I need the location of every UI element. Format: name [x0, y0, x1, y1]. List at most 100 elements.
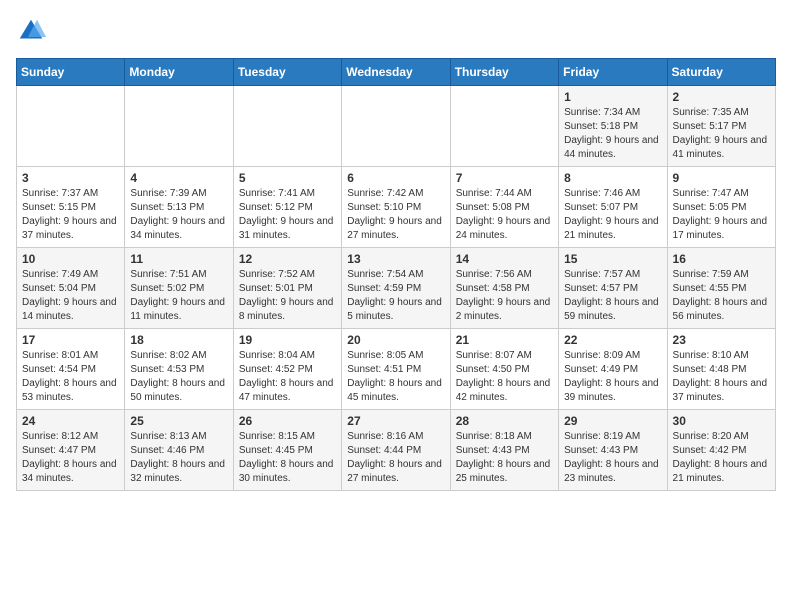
day-number: 30 — [673, 414, 770, 428]
day-number: 10 — [22, 252, 119, 266]
day-cell: 13 Sunrise: 7:54 AM Sunset: 4:59 PM Dayli… — [342, 248, 450, 329]
day-number: 14 — [456, 252, 553, 266]
day-number: 17 — [22, 333, 119, 347]
day-info: Sunrise: 7:34 AM Sunset: 5:18 PM Dayligh… — [564, 106, 661, 162]
day-cell: 9 Sunrise: 7:47 AM Sunset: 5:05 PM Daylig… — [667, 167, 775, 248]
day-cell: 26 Sunrise: 8:15 AM Sunset: 4:45 PM Dayli… — [233, 410, 341, 491]
day-cell — [17, 86, 125, 167]
day-info: Sunrise: 8:04 AM Sunset: 4:52 PM Dayligh… — [239, 349, 336, 405]
day-cell: 1 Sunrise: 7:34 AM Sunset: 5:18 PM Daylig… — [559, 86, 667, 167]
day-info: Sunrise: 7:42 AM Sunset: 5:10 PM Dayligh… — [347, 187, 444, 243]
day-number: 25 — [130, 414, 227, 428]
day-number: 18 — [130, 333, 227, 347]
header-friday: Friday — [559, 59, 667, 86]
day-cell: 27 Sunrise: 8:16 AM Sunset: 4:44 PM Dayli… — [342, 410, 450, 491]
day-info: Sunrise: 7:56 AM Sunset: 4:58 PM Dayligh… — [456, 268, 553, 324]
day-info: Sunrise: 8:12 AM Sunset: 4:47 PM Dayligh… — [22, 430, 119, 486]
day-cell: 8Sunrise: 7:46 AM Sunset: 5:07 PM Daylig… — [559, 167, 667, 248]
day-cell: 14 Sunrise: 7:56 AM Sunset: 4:58 PM Dayli… — [450, 248, 558, 329]
day-info: Sunrise: 7:44 AM Sunset: 5:08 PM Dayligh… — [456, 187, 553, 243]
day-info: Sunrise: 8:13 AM Sunset: 4:46 PM Dayligh… — [130, 430, 227, 486]
day-info: Sunrise: 7:51 AM Sunset: 5:02 PM Dayligh… — [130, 268, 227, 324]
day-info: Sunrise: 8:20 AM Sunset: 4:42 PM Dayligh… — [673, 430, 770, 486]
day-info: Sunrise: 8:05 AM Sunset: 4:51 PM Dayligh… — [347, 349, 444, 405]
day-cell: 17Sunrise: 8:01 AM Sunset: 4:54 PM Dayli… — [17, 329, 125, 410]
day-number: 11 — [130, 252, 227, 266]
day-info: Sunrise: 7:47 AM Sunset: 5:05 PM Dayligh… — [673, 187, 770, 243]
day-info: Sunrise: 8:09 AM Sunset: 4:49 PM Dayligh… — [564, 349, 661, 405]
day-number: 8 — [564, 171, 661, 185]
day-number: 2 — [673, 90, 770, 104]
day-number: 19 — [239, 333, 336, 347]
day-number: 1 — [564, 90, 661, 104]
week-row-4: 24 Sunrise: 8:12 AM Sunset: 4:47 PM Dayli… — [17, 410, 776, 491]
day-cell: 4 Sunrise: 7:39 AM Sunset: 5:13 PM Daylig… — [125, 167, 233, 248]
day-cell: 15 Sunrise: 7:57 AM Sunset: 4:57 PM Dayli… — [559, 248, 667, 329]
day-number: 21 — [456, 333, 553, 347]
day-cell: 20Sunrise: 8:05 AM Sunset: 4:51 PM Dayli… — [342, 329, 450, 410]
day-number: 26 — [239, 414, 336, 428]
day-info: Sunrise: 7:41 AM Sunset: 5:12 PM Dayligh… — [239, 187, 336, 243]
day-info: Sunrise: 8:10 AM Sunset: 4:48 PM Dayligh… — [673, 349, 770, 405]
day-number: 7 — [456, 171, 553, 185]
day-cell — [125, 86, 233, 167]
day-number: 29 — [564, 414, 661, 428]
day-cell: 22Sunrise: 8:09 AM Sunset: 4:49 PM Dayli… — [559, 329, 667, 410]
day-number: 3 — [22, 171, 119, 185]
day-cell: 30 Sunrise: 8:20 AM Sunset: 4:42 PM Dayli… — [667, 410, 775, 491]
day-number: 28 — [456, 414, 553, 428]
header-wednesday: Wednesday — [342, 59, 450, 86]
day-cell: 28 Sunrise: 8:18 AM Sunset: 4:43 PM Dayli… — [450, 410, 558, 491]
header-monday: Monday — [125, 59, 233, 86]
day-cell: 29 Sunrise: 8:19 AM Sunset: 4:43 PM Dayli… — [559, 410, 667, 491]
day-cell: 21 Sunrise: 8:07 AM Sunset: 4:50 PM Dayli… — [450, 329, 558, 410]
day-info: Sunrise: 8:15 AM Sunset: 4:45 PM Dayligh… — [239, 430, 336, 486]
week-row-0: 1 Sunrise: 7:34 AM Sunset: 5:18 PM Daylig… — [17, 86, 776, 167]
day-info: Sunrise: 8:07 AM Sunset: 4:50 PM Dayligh… — [456, 349, 553, 405]
day-cell: 18Sunrise: 8:02 AM Sunset: 4:53 PM Dayli… — [125, 329, 233, 410]
week-row-3: 17Sunrise: 8:01 AM Sunset: 4:54 PM Dayli… — [17, 329, 776, 410]
day-cell: 7 Sunrise: 7:44 AM Sunset: 5:08 PM Daylig… — [450, 167, 558, 248]
day-number: 16 — [673, 252, 770, 266]
day-number: 12 — [239, 252, 336, 266]
header-thursday: Thursday — [450, 59, 558, 86]
header-saturday: Saturday — [667, 59, 775, 86]
day-cell: 25 Sunrise: 8:13 AM Sunset: 4:46 PM Dayli… — [125, 410, 233, 491]
day-cell: 23 Sunrise: 8:10 AM Sunset: 4:48 PM Dayli… — [667, 329, 775, 410]
day-info: Sunrise: 7:54 AM Sunset: 4:59 PM Dayligh… — [347, 268, 444, 324]
day-cell: 2 Sunrise: 7:35 AM Sunset: 5:17 PM Daylig… — [667, 86, 775, 167]
day-cell: 10 Sunrise: 7:49 AM Sunset: 5:04 PM Dayli… — [17, 248, 125, 329]
day-info: Sunrise: 7:39 AM Sunset: 5:13 PM Dayligh… — [130, 187, 227, 243]
day-number: 9 — [673, 171, 770, 185]
header-sunday: Sunday — [17, 59, 125, 86]
header-row: SundayMondayTuesdayWednesdayThursdayFrid… — [17, 59, 776, 86]
day-number: 6 — [347, 171, 444, 185]
day-cell: 12 Sunrise: 7:52 AM Sunset: 5:01 PM Dayli… — [233, 248, 341, 329]
day-cell — [233, 86, 341, 167]
day-cell: 19 Sunrise: 8:04 AM Sunset: 4:52 PM Dayli… — [233, 329, 341, 410]
header-tuesday: Tuesday — [233, 59, 341, 86]
day-info: Sunrise: 7:59 AM Sunset: 4:55 PM Dayligh… — [673, 268, 770, 324]
day-cell: 3 Sunrise: 7:37 AM Sunset: 5:15 PM Daylig… — [17, 167, 125, 248]
day-number: 24 — [22, 414, 119, 428]
day-info: Sunrise: 7:52 AM Sunset: 5:01 PM Dayligh… — [239, 268, 336, 324]
day-info: Sunrise: 7:37 AM Sunset: 5:15 PM Dayligh… — [22, 187, 119, 243]
day-number: 27 — [347, 414, 444, 428]
day-info: Sunrise: 8:16 AM Sunset: 4:44 PM Dayligh… — [347, 430, 444, 486]
day-info: Sunrise: 7:49 AM Sunset: 5:04 PM Dayligh… — [22, 268, 119, 324]
day-number: 13 — [347, 252, 444, 266]
day-cell: 24 Sunrise: 8:12 AM Sunset: 4:47 PM Dayli… — [17, 410, 125, 491]
day-info: Sunrise: 7:35 AM Sunset: 5:17 PM Dayligh… — [673, 106, 770, 162]
day-cell: 16 Sunrise: 7:59 AM Sunset: 4:55 PM Dayli… — [667, 248, 775, 329]
day-info: Sunrise: 8:18 AM Sunset: 4:43 PM Dayligh… — [456, 430, 553, 486]
day-info: Sunrise: 8:19 AM Sunset: 4:43 PM Dayligh… — [564, 430, 661, 486]
day-info: Sunrise: 7:57 AM Sunset: 4:57 PM Dayligh… — [564, 268, 661, 324]
day-number: 4 — [130, 171, 227, 185]
week-row-2: 10 Sunrise: 7:49 AM Sunset: 5:04 PM Dayli… — [17, 248, 776, 329]
week-row-1: 3 Sunrise: 7:37 AM Sunset: 5:15 PM Daylig… — [17, 167, 776, 248]
logo — [16, 16, 50, 46]
day-number: 23 — [673, 333, 770, 347]
day-number: 5 — [239, 171, 336, 185]
day-cell: 11 Sunrise: 7:51 AM Sunset: 5:02 PM Dayli… — [125, 248, 233, 329]
day-number: 15 — [564, 252, 661, 266]
